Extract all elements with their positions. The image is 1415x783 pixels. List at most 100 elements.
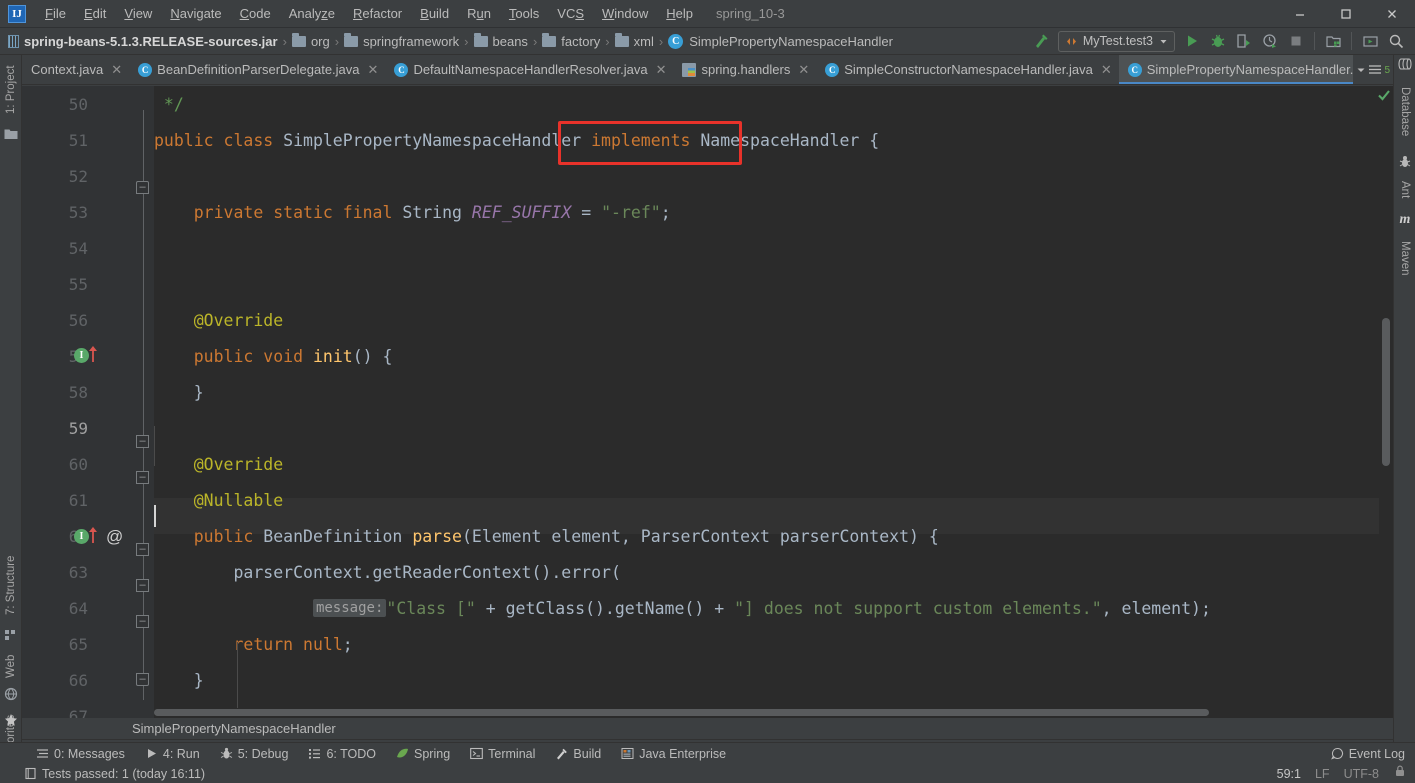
code-content[interactable]: */ public class SimplePropertyNamespaceHa… [154,86,1393,718]
menu-item-tools[interactable]: Tools [500,3,548,24]
search-icon[interactable] [1383,29,1409,53]
code-line[interactable] [154,410,1393,446]
tool-button-todo[interactable]: 6: TODO [298,747,386,761]
editor-horizontal-scrollbar[interactable] [154,708,1379,718]
code-line[interactable]: } [154,374,1393,410]
file-encoding[interactable]: UTF-8 [1344,767,1379,781]
menu-item-analyze[interactable]: Analyze [280,3,344,24]
caret-position[interactable]: 59:1 [1277,767,1301,781]
implementing-method-icon[interactable]: I [74,348,89,363]
code-line[interactable]: private static final String REF_SUFFIX =… [154,194,1393,230]
tool-button-run[interactable]: 4: Run [135,747,210,761]
fold-marker[interactable]: – [136,181,149,194]
menu-item-navigate[interactable]: Navigate [161,3,230,24]
editor-vertical-scrollbar[interactable] [1379,86,1393,718]
menu-item-edit[interactable]: Edit [75,3,115,24]
override-at-icon[interactable]: @ [106,527,123,547]
stop-button[interactable] [1283,29,1309,53]
profile-button[interactable] [1257,29,1283,53]
tool-button-spring[interactable]: Spring [386,747,460,761]
menu-item-refactor[interactable]: Refactor [344,3,411,24]
breadcrumb-item-0[interactable]: spring-beans-5.1.3.RELEASE-sources.jar [8,34,278,49]
fold-marker[interactable]: – [136,579,149,592]
breadcrumb-item-1[interactable]: org [291,32,330,49]
tab-close-icon[interactable]: ✕ [1101,63,1112,76]
menu-item-build[interactable]: Build [411,3,458,24]
code-line[interactable]: public void init() { [154,338,1393,374]
code-line[interactable]: @Override [154,302,1393,338]
code-line[interactable] [154,158,1393,194]
tool-button-java-enterprise[interactable]: Java Enterprise [611,747,736,761]
sidebar-item-web[interactable]: Web [0,647,22,685]
fold-marker[interactable]: – [136,471,149,484]
update-project-icon[interactable] [1320,29,1346,53]
breadcrumb-item-6[interactable]: C SimplePropertyNamespaceHandler [668,33,893,49]
breadcrumb-item-4[interactable]: factory [542,32,600,49]
code-line[interactable]: public BeanDefinition parse (Element elem… [154,518,1393,554]
menu-item-code[interactable]: Code [231,3,280,24]
close-icon[interactable] [1369,0,1415,28]
chevron-down-icon[interactable] [1356,65,1366,75]
code-line[interactable]: return null; [154,626,1393,662]
make-project-hammer-icon[interactable] [1028,29,1054,53]
fold-marker[interactable]: – [136,615,149,628]
code-editor[interactable]: 505152535455565758596061626364656667 */p… [22,86,1393,718]
breadcrumb-item-3[interactable]: beans [473,32,528,49]
editor-tab-5[interactable]: CSimplePropertyNamespaceHandler.java✕ [1118,55,1393,84]
tab-close-icon[interactable]: ✕ [111,63,122,76]
menu-item-help[interactable]: Help [657,3,702,24]
implementing-method-icon[interactable]: I [74,529,89,544]
inspections-ok-check-icon[interactable] [1377,88,1391,102]
fold-marker[interactable]: – [136,673,149,686]
tab-close-icon[interactable]: ✕ [656,63,667,76]
editor-tab-4[interactable]: C SimpleConstructorNamespaceHandler.java ✕ [816,55,1118,84]
menu-item-file[interactable]: File [36,3,75,24]
code-line[interactable]: @Override [154,446,1393,482]
horizontal-scroll-thumb[interactable] [154,709,1209,716]
run-button[interactable] [1179,29,1205,53]
tool-button-debug[interactable]: 5: Debug [210,747,299,761]
editor-tab-1[interactable]: C BeanDefinitionParserDelegate.java ✕ [129,55,385,84]
code-line[interactable]: parserContext.getReaderContext().error( [154,554,1393,590]
line-separator[interactable]: LF [1315,767,1330,781]
menu-item-vcs[interactable]: VCS [548,3,593,24]
sidebar-item-ant[interactable]: Ant [1394,173,1415,207]
tab-list-icon[interactable] [1368,63,1383,77]
maximize-icon[interactable] [1323,0,1369,28]
tool-button-messages[interactable]: 0: Messages [26,747,135,761]
select-in-icon[interactable] [1357,29,1383,53]
vertical-scroll-thumb[interactable] [1382,318,1390,466]
debug-button[interactable] [1205,29,1231,53]
code-line[interactable]: message: "Class [" + getClass().getName()… [154,590,1393,626]
tab-close-icon[interactable]: ✕ [368,63,379,76]
tab-close-icon[interactable]: ✕ [798,63,809,76]
menu-item-view[interactable]: View [115,3,161,24]
editor-tab-2[interactable]: C DefaultNamespaceHandlerResolver.java ✕ [385,55,673,84]
breadcrumb-item-2[interactable]: springframework [344,32,459,49]
editor-tab-3[interactable]: spring.handlers ✕ [673,55,816,84]
fold-marker[interactable]: – [136,543,149,556]
code-line[interactable]: public class SimplePropertyNamespaceHand… [154,122,1393,158]
editor-tab-0[interactable]: Context.java ✕ [22,55,129,84]
code-line[interactable]: @Nullable [154,482,1393,518]
code-line[interactable]: } [154,662,1393,698]
code-line[interactable]: */ [154,86,1393,122]
menu-item-run[interactable]: Run [458,3,500,24]
event-log-label[interactable]: Event Log [1349,747,1405,761]
minimize-icon[interactable] [1277,0,1323,28]
menu-item-window[interactable]: Window [593,3,657,24]
run-configuration-selector[interactable]: MyTest.test3 [1057,30,1175,52]
sidebar-item-project[interactable]: 1: Project [0,57,22,123]
code-line[interactable] [154,266,1393,302]
editor-breadcrumb[interactable]: SimplePropertyNamespaceHandler [22,718,1393,740]
tool-button-terminal[interactable]: Terminal [460,747,545,761]
sidebar-item-maven[interactable]: Maven [1394,231,1415,285]
tool-button-build[interactable]: Build [545,747,611,761]
read-only-lock-icon[interactable] [1393,764,1407,783]
sidebar-item-database[interactable]: Database [1394,77,1415,147]
fold-marker[interactable]: – [136,435,149,448]
run-with-coverage-button[interactable] [1231,29,1257,53]
sidebar-item-structure[interactable]: 7: Structure [0,545,22,625]
breadcrumb-item-5[interactable]: xml [614,32,654,49]
code-line[interactable] [154,230,1393,266]
